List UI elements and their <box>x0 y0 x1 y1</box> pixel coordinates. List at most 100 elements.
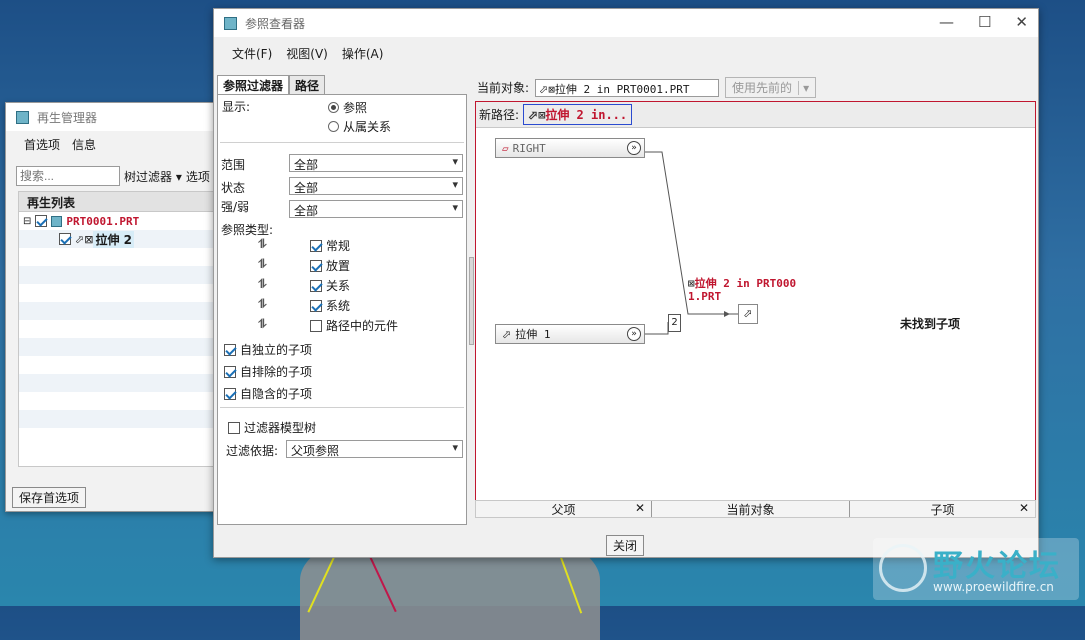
count-badge[interactable]: 2 <box>668 314 681 332</box>
reference-viewer-window: 参照查看器 — ☐ ✕ 文件(F) 视图(V) 操作(A) 参照过滤器 路径 显… <box>213 8 1039 558</box>
current-node-label-line1: 拉伸 2 in PRT000 <box>694 277 797 290</box>
search-input[interactable] <box>16 166 120 186</box>
link-icon: ⥮ <box>258 317 267 331</box>
checkbox[interactable] <box>228 421 240 434</box>
watermark-url: www.proewildfire.cn <box>933 580 1054 594</box>
menu-view[interactable]: 视图(V) <box>286 45 328 62</box>
connector-extrude1 <box>644 322 669 335</box>
tree-filter-menu[interactable]: 树过滤器 ▾ <box>124 168 182 185</box>
range-label: 范围 <box>221 158 246 172</box>
arrow-head <box>724 311 730 317</box>
collapse-icon[interactable]: ⊟ <box>23 216 31 227</box>
section-current[interactable]: 当前对象 <box>652 501 850 517</box>
close-icon[interactable]: ✕ <box>1015 13 1028 31</box>
list-item[interactable]: ⊟ PRT0001.PRT <box>19 212 218 230</box>
graph-section-bar: 父项 ✕ 当前对象 子项 ✕ <box>475 500 1036 518</box>
item-checkbox[interactable] <box>59 233 71 245</box>
checkbox[interactable] <box>310 259 322 272</box>
radio-dependency[interactable]: 从属关系 <box>328 118 391 135</box>
checkbox[interactable] <box>224 387 236 400</box>
list-header: 再生列表 <box>19 192 218 212</box>
window-controls: — ☐ ✕ <box>939 13 1028 31</box>
expand-icon[interactable]: » <box>627 327 641 341</box>
current-node-label: ⊠拉伸 2 in PRT000 1.PRT <box>688 277 796 303</box>
node-right-label: RIGHT <box>512 141 546 155</box>
filter-panel: 参照过滤器 路径 显示: 参照 从属关系 范围 全部 状态 全部 强/弱 全部 … <box>217 75 467 525</box>
close-icon[interactable]: ✕ <box>635 501 645 515</box>
tab-reference-filter[interactable]: 参照过滤器 <box>217 75 290 95</box>
menu-file[interactable]: 文件(F) <box>232 45 272 62</box>
checkbox[interactable] <box>310 299 322 312</box>
node-right[interactable]: ▱ RIGHT » <box>495 138 645 158</box>
current-object-label: 当前对象: <box>477 81 530 95</box>
state-label: 状态 <box>221 181 246 195</box>
divider <box>220 142 464 143</box>
reftype-system[interactable]: 系统 <box>310 297 350 314</box>
strength-label: 强/弱 <box>221 200 250 214</box>
current-object-field[interactable]: ⬀⊠拉伸 2 in PRT0001.PRT <box>535 78 720 97</box>
filter-model-tree[interactable]: 过滤器模型树 <box>228 419 316 436</box>
checkbox[interactable] <box>310 279 322 292</box>
menu-info[interactable]: 信息 <box>72 136 96 153</box>
checkbox[interactable] <box>224 365 236 378</box>
panel-splitter[interactable] <box>469 257 474 345</box>
reftype-regular[interactable]: 常规 <box>310 237 350 254</box>
radio-reference[interactable]: 参照 <box>328 99 367 116</box>
reftype-placement[interactable]: 放置 <box>310 257 350 274</box>
menu-action[interactable]: 操作(A) <box>342 45 384 62</box>
state-select[interactable]: 全部 <box>289 177 463 195</box>
extrude-icon: ⬀ <box>502 327 512 341</box>
node-extrude1[interactable]: ⬀ 拉伸 1 » <box>495 324 645 344</box>
close-button[interactable]: 关闭 <box>606 535 645 556</box>
tree-filter-label: 树过滤器 <box>124 169 173 184</box>
section-parents[interactable]: 父项 ✕ <box>476 501 652 517</box>
list-item <box>19 392 218 410</box>
self-implicit-label: 自隐含的子项 <box>240 387 313 401</box>
reftype-relation[interactable]: 关系 <box>310 277 350 294</box>
save-preferences-button[interactable]: 保存首选项 <box>12 487 87 508</box>
strength-select[interactable]: 全部 <box>289 200 463 218</box>
range-select[interactable]: 全部 <box>289 154 463 172</box>
close-icon[interactable]: ✕ <box>1019 501 1029 515</box>
checkbox[interactable] <box>310 239 322 252</box>
self-independent-children[interactable]: 自独立的子项 <box>224 341 312 358</box>
checkbox[interactable] <box>224 343 236 356</box>
chevron-down-icon[interactable]: ▾ <box>798 80 809 95</box>
use-previous-button[interactable]: 使用先前的 ▾ <box>725 77 817 98</box>
divider <box>220 407 464 408</box>
self-implicit-children[interactable]: 自隐含的子项 <box>224 385 312 402</box>
node-extrude1-label: 拉伸 1 <box>515 328 551 341</box>
filter-by-select[interactable]: 父项参照 <box>286 440 463 458</box>
self-excluded-children[interactable]: 自排除的子项 <box>224 363 312 380</box>
extrude-icon: ⬀⊠ <box>75 232 94 246</box>
self-independent-label: 自独立的子项 <box>240 343 313 357</box>
list-item <box>19 374 218 392</box>
new-path-chip[interactable]: ⬀⊠拉伸 2 in... <box>523 104 633 125</box>
item-checkbox[interactable] <box>35 215 48 227</box>
options-menu[interactable]: 选项 <box>186 168 210 185</box>
expand-icon[interactable]: » <box>627 141 641 155</box>
main-titlebar[interactable]: 参照查看器 <box>214 9 1038 37</box>
menu-preferences[interactable]: 首选项 <box>24 136 60 153</box>
section-children[interactable]: 子项 ✕ <box>850 501 1035 517</box>
list-item[interactable]: ⬀⊠ 拉伸 2 <box>19 230 218 248</box>
regen-titlebar[interactable]: 再生管理器 <box>6 103 219 131</box>
item-label: PRT0001.PRT <box>66 214 140 228</box>
maximize-icon[interactable]: ☐ <box>978 13 991 31</box>
current-object-value: 拉伸 2 in PRT0001.PRT <box>554 82 690 96</box>
current-node-icon[interactable]: ⬀ <box>738 304 758 324</box>
link-icon: ⥮ <box>258 297 267 311</box>
list-body: ⊟ PRT0001.PRT ⬀⊠ 拉伸 2 <box>19 212 218 446</box>
watermark: 野火论坛 www.proewildfire.cn <box>873 538 1079 600</box>
minimize-icon[interactable]: — <box>939 13 954 31</box>
current-node-label-line2: 1.PRT <box>688 290 722 303</box>
main-title: 参照查看器 <box>245 16 306 31</box>
checkbox[interactable] <box>310 319 322 332</box>
regen-list: 再生列表 ⊟ PRT0001.PRT ⬀⊠ 拉伸 2 <box>18 191 219 467</box>
reftype-path-components[interactable]: 路径中的元件 <box>310 317 398 334</box>
list-item <box>19 248 218 266</box>
reference-graph: 新路径: ⬀⊠拉伸 2 in... ▱ RIGHT » ⬀ 拉伸 1 » 2 ⊠… <box>475 101 1036 501</box>
tab-path[interactable]: 路径 <box>289 75 326 95</box>
strength-value: 全部 <box>294 204 319 218</box>
section-current-label: 当前对象 <box>726 503 775 517</box>
